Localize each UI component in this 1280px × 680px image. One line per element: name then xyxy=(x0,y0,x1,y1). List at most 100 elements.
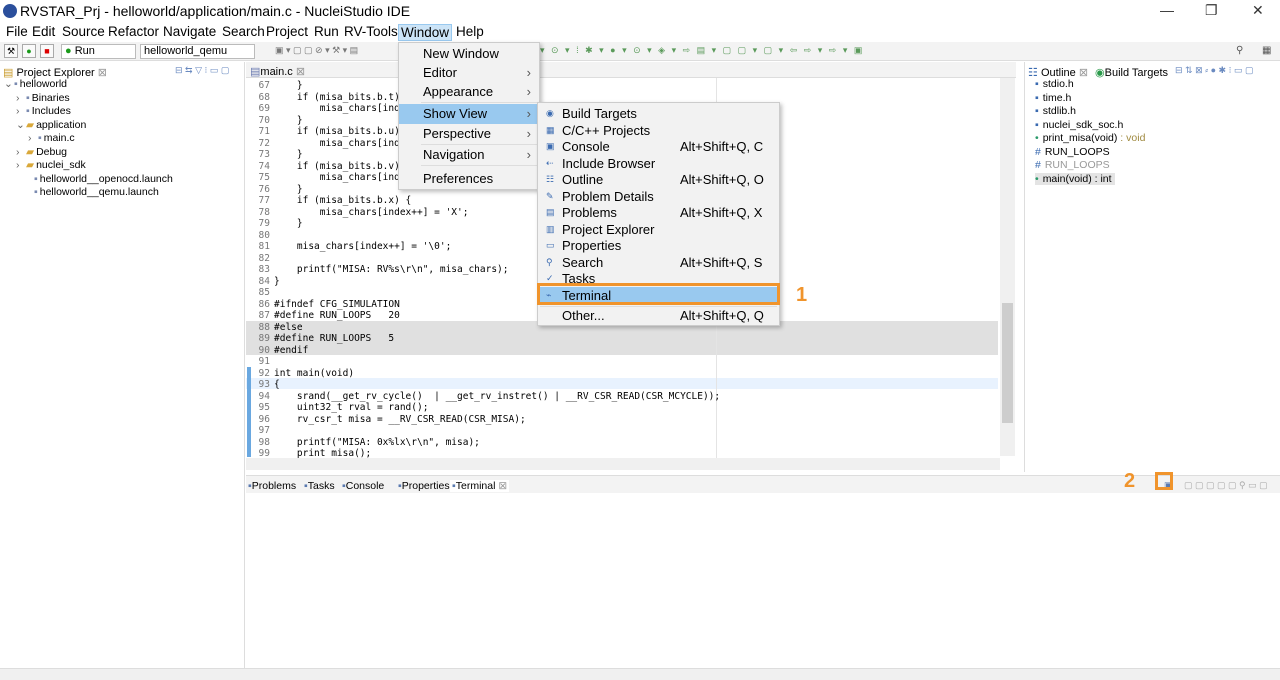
tree-item[interactable]: ▪ helloworld__openocd.launch xyxy=(24,173,173,185)
menu-project[interactable]: Project xyxy=(264,24,310,39)
panel-toolbar-icons[interactable]: ▢ ▢ ▢ ▢ ▢ ⚲ ▭ ▢ xyxy=(1184,480,1268,491)
outline-item[interactable]: ▪ nuclei_sdk_soc.h xyxy=(1035,119,1123,131)
line-number: 84 xyxy=(258,275,270,287)
view-toolbar-icons[interactable]: ⊟ ⇆ ▽ ⁝ ▭ ▢ xyxy=(175,65,229,76)
tree-item[interactable]: › ▰ Debug xyxy=(16,146,67,158)
menu-source[interactable]: Source xyxy=(60,24,107,39)
tree-item[interactable]: › ▪ Includes xyxy=(16,105,71,117)
code-line: #define RUN_LOOPS 5 xyxy=(274,333,395,344)
outline-item[interactable]: # RUN_LOOPS xyxy=(1035,146,1110,158)
menu-item-appearance[interactable]: Appearance › xyxy=(399,82,539,102)
outline-item[interactable]: # RUN_LOOPS xyxy=(1035,159,1110,171)
tab-tasks[interactable]: ▪Tasks xyxy=(304,480,335,492)
launch-target-select[interactable]: helloworld_qemu xyxy=(140,44,255,59)
tree-item[interactable]: › ▪ main.c xyxy=(28,132,75,144)
menu-item-problem-details[interactable]: ✎ Problem Details xyxy=(538,188,779,205)
expander-icon[interactable]: › xyxy=(28,132,38,144)
expander-icon[interactable]: ⌄ xyxy=(4,78,14,90)
line-number: 70 xyxy=(258,114,270,126)
menu-window[interactable]: Window xyxy=(398,24,453,41)
tab-properties[interactable]: ▪Properties xyxy=(398,480,450,492)
submenu-arrow-icon: › xyxy=(526,126,531,141)
expander-icon[interactable]: ⌄ xyxy=(16,119,26,131)
toolbar-icons-left[interactable]: ▣ ▾ ▢ ▢ ⊘ ▾ ⚒ ▾ ▤ xyxy=(275,45,395,57)
menu-item-other[interactable]: Other... Alt+Shift+Q, Q xyxy=(538,307,779,324)
tab-main-c[interactable]: ▤main.c ⊠ xyxy=(250,65,305,78)
expander-icon[interactable]: › xyxy=(16,159,26,171)
properties-icon: ▭ xyxy=(546,240,555,250)
scrollbar-thumb[interactable] xyxy=(1002,303,1013,423)
menu-search[interactable]: Search xyxy=(220,24,267,39)
tab-console[interactable]: ▪Console xyxy=(342,480,384,492)
build-icon[interactable]: ⚒ xyxy=(4,44,18,58)
menu-item-outline[interactable]: ☷ Outline Alt+Shift+Q, O xyxy=(538,171,779,188)
menu-item-console[interactable]: ▣ Console Alt+Shift+Q, C xyxy=(538,138,779,155)
menu-item-new-window[interactable]: New Window xyxy=(399,44,539,64)
project-icon: ▪ xyxy=(14,78,18,90)
perspective-icon[interactable]: ▦ xyxy=(1262,45,1271,56)
tree-item[interactable]: ⌄▰ application xyxy=(16,119,86,131)
menu-item-c-c-projects[interactable]: ▦ C/C++ Projects xyxy=(538,122,779,139)
menu-item-editor[interactable]: Editor › xyxy=(399,63,539,83)
menu-help[interactable]: Help xyxy=(454,24,486,39)
close-tab-icon[interactable]: ⊠ xyxy=(296,66,305,78)
vertical-scrollbar[interactable] xyxy=(1000,78,1015,456)
tree-item[interactable]: › ▪ Binaries xyxy=(16,92,70,104)
expander-icon[interactable]: › xyxy=(16,146,26,158)
tree-item[interactable]: ▪ helloworld__qemu.launch xyxy=(24,186,159,198)
menu-edit[interactable]: Edit xyxy=(30,24,57,39)
expander-icon[interactable]: › xyxy=(16,92,26,104)
search-icon[interactable]: ⚲ xyxy=(1236,45,1243,56)
outline-item[interactable]: ▪ time.h xyxy=(1035,92,1071,104)
menu-item-include-browser[interactable]: ⇠ Include Browser xyxy=(538,155,779,172)
current-line-highlight xyxy=(246,378,998,389)
menu-rv-tools[interactable]: RV-Tools xyxy=(342,24,400,39)
menu-item-label: Appearance xyxy=(423,84,494,99)
tree-item[interactable]: ⌄▪ helloworld xyxy=(4,78,67,90)
menu-navigate[interactable]: Navigate xyxy=(161,24,218,39)
menu-item-perspective[interactable]: Perspective › xyxy=(399,124,539,144)
close-tab-icon[interactable]: ⊠ xyxy=(495,480,507,492)
toolbar-icons-right[interactable]: ▾ ⊙ ▾ ⁞ ✱ ▾ ● ▾ ⊙ ▾ ◈ ▾ ⇨ ▤ ▾ ▢ ▢ ▾ ▢ ▾ … xyxy=(540,45,1040,57)
outline-toolbar-icons[interactable]: ⊟ ⇅ ⊠ ⸗ ● ✱ ⁝ ▭ ▢ xyxy=(1175,65,1253,76)
outline-item[interactable]: • print_misa(void) : void xyxy=(1035,132,1145,144)
close-button[interactable]: ✕ xyxy=(1252,2,1264,19)
menu-item-search[interactable]: ⚲ Search Alt+Shift+Q, S xyxy=(538,254,779,271)
menu-refactor[interactable]: Refactor xyxy=(106,24,161,39)
run-icon[interactable]: ● xyxy=(22,44,36,58)
restore-button[interactable]: ❐ xyxy=(1205,2,1218,19)
menu-item-show-view[interactable]: Show View › xyxy=(399,104,539,124)
run-mode-select[interactable]: ● Run xyxy=(61,44,136,59)
menu-item-preferences[interactable]: Preferences xyxy=(399,169,539,189)
menu-run[interactable]: Run xyxy=(312,24,341,39)
close-tab-icon[interactable]: ⊠ xyxy=(1079,67,1088,79)
menu-item-problems[interactable]: ▤ Problems Alt+Shift+Q, X xyxy=(538,204,779,221)
tab-build-targets[interactable]: ◉Build Targets xyxy=(1095,66,1168,79)
horizontal-scrollbar[interactable] xyxy=(246,458,1000,470)
tab-problems[interactable]: ▪Problems xyxy=(248,480,296,492)
outline-item[interactable]: • main(void) : int xyxy=(1035,172,1115,185)
submenu-arrow-icon: › xyxy=(526,147,531,162)
menu-item-build-targets[interactable]: ◉ Build Targets xyxy=(538,105,779,122)
bottom-panel: ▪Problems ▪Tasks ▪Console ▪Properties ▪Termi… xyxy=(246,475,1280,668)
folder-icon: ▰ xyxy=(26,118,35,131)
outline-item[interactable]: ▪ stdio.h xyxy=(1035,78,1074,90)
menu-item-label: Navigation xyxy=(423,147,485,162)
menu-item-properties[interactable]: ▭ Properties xyxy=(538,237,779,254)
menu-file[interactable]: File xyxy=(4,24,30,39)
close-tab-icon[interactable]: ⊠ xyxy=(98,67,107,79)
tree-item[interactable]: › ▰ nuclei_sdk xyxy=(16,159,86,171)
window-menu: New Window Editor › Appearance › Show View › Pe… xyxy=(398,42,540,190)
expander-icon[interactable]: › xyxy=(16,105,26,117)
stop-icon[interactable]: ■ xyxy=(40,44,54,58)
minimize-button[interactable]: — xyxy=(1160,2,1174,18)
menu-item-navigation[interactable]: Navigation › xyxy=(399,145,539,165)
outline-item[interactable]: ▪ stdlib.h xyxy=(1035,105,1076,117)
outline-item-label: stdio.h xyxy=(1042,78,1074,90)
build-targets-icon: ◉ xyxy=(546,108,554,118)
tab-label: Tasks xyxy=(307,480,335,492)
menu-item-project-explorer[interactable]: ▥ Project Explorer xyxy=(538,221,779,238)
code-line: #ifndef CFG_SIMULATION xyxy=(274,298,400,310)
menu-item-label: Project Explorer xyxy=(562,221,655,237)
tab-terminal[interactable]: ▪Terminal ⊠ xyxy=(450,480,510,492)
